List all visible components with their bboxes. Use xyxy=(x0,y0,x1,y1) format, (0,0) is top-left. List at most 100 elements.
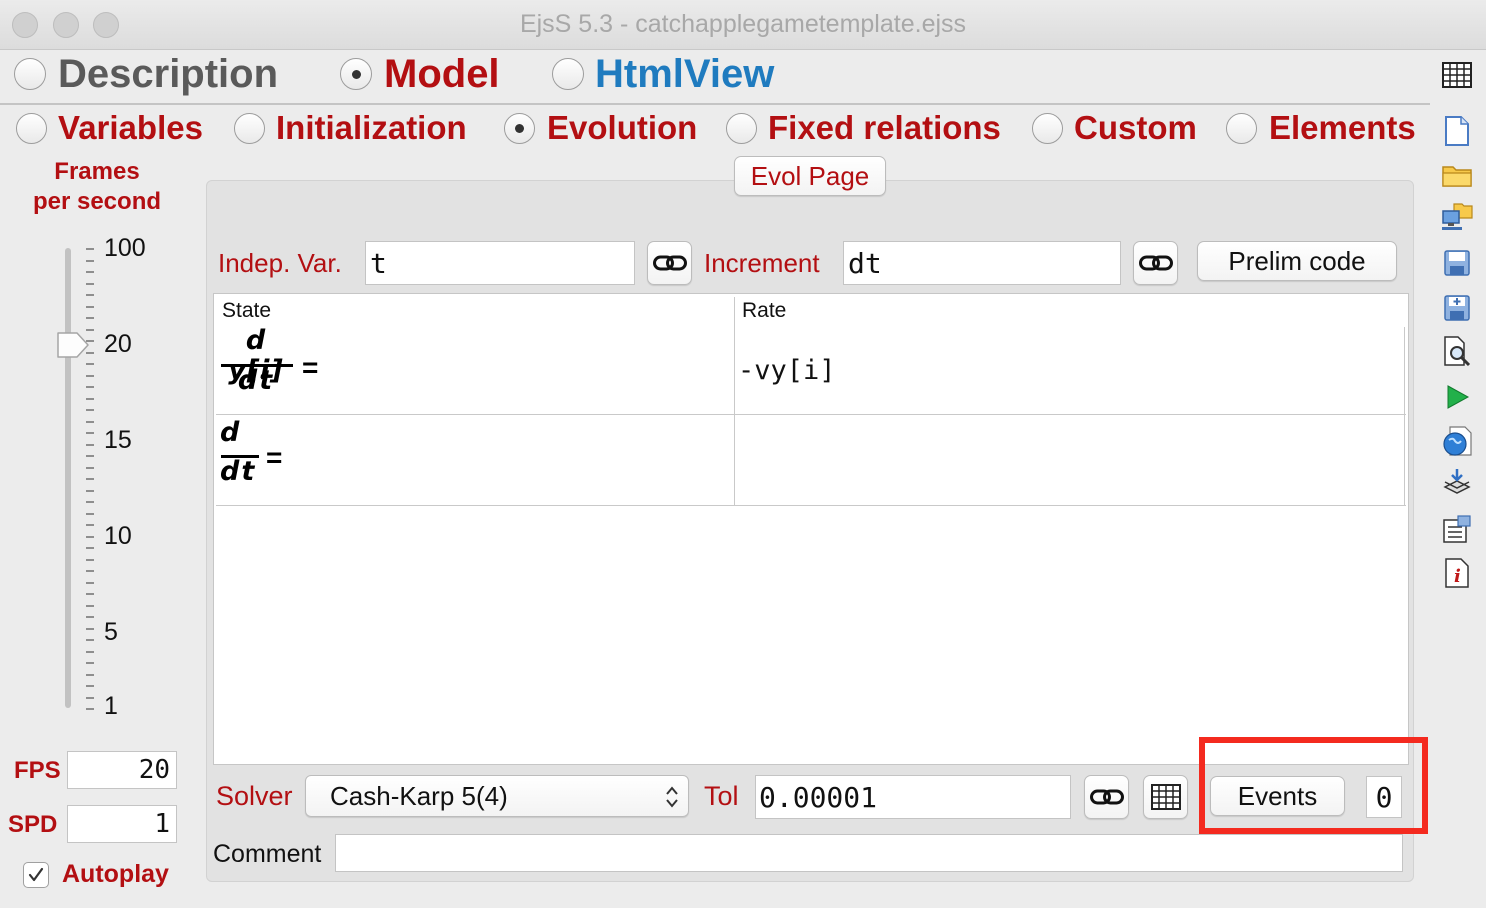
options-icon[interactable] xyxy=(1440,512,1474,546)
fps-input[interactable]: 20 xyxy=(67,751,177,789)
slider-tick xyxy=(86,409,94,411)
slider-tick xyxy=(86,466,94,469)
info-icon[interactable]: i xyxy=(1440,556,1474,590)
frames-label: Frames xyxy=(54,158,140,185)
slider-tick xyxy=(86,558,94,561)
indep-var-input[interactable]: t xyxy=(365,241,635,285)
slider-tick xyxy=(86,673,94,676)
row-divider xyxy=(216,414,1406,415)
search-icon[interactable] xyxy=(1440,334,1474,368)
tol-link-button[interactable] xyxy=(1084,775,1129,819)
slider-tick xyxy=(86,294,94,296)
slider-tick xyxy=(86,627,94,630)
per-second-label: per second xyxy=(32,188,162,215)
evol-page-tab[interactable]: Evol Page xyxy=(734,156,886,196)
tab-variables-label: Variables xyxy=(58,109,203,146)
indep-var-link-button[interactable] xyxy=(647,241,692,285)
model-radio[interactable] xyxy=(340,58,372,90)
tol-input[interactable]: 0.00001 xyxy=(755,775,1071,819)
spd-label: SPD xyxy=(8,811,58,838)
slider-tick xyxy=(86,708,94,710)
increment-input[interactable]: dt xyxy=(843,241,1121,285)
slider-tick xyxy=(86,512,94,515)
tab-elements-label: Elements xyxy=(1269,109,1416,146)
slider-tick xyxy=(86,604,94,607)
slider-tick xyxy=(86,397,94,400)
increment-link-button[interactable] xyxy=(1133,241,1178,285)
slider-tick xyxy=(86,386,94,388)
initialization-radio[interactable] xyxy=(234,113,265,144)
solver-select[interactable]: Cash-Karp 5(4) xyxy=(305,775,689,817)
prelim-code-button[interactable]: Prelim code xyxy=(1197,241,1397,281)
column-divider xyxy=(734,297,735,505)
main-tab-model-label: Model xyxy=(384,52,500,96)
autoplay-check-box[interactable] xyxy=(23,862,49,888)
highlight-box xyxy=(1199,737,1428,834)
save-icon[interactable] xyxy=(1440,246,1474,280)
web-icon[interactable] xyxy=(1440,424,1474,458)
tol-label: Tol xyxy=(704,781,739,811)
open-folder-icon[interactable] xyxy=(1440,158,1474,192)
tab-custom-label: Custom xyxy=(1074,109,1197,146)
indep-var-label: Indep. Var. xyxy=(218,248,342,278)
evolution-radio[interactable] xyxy=(504,113,535,144)
slider-label-20: 20 xyxy=(104,330,132,358)
slider-label-15: 15 xyxy=(104,426,132,454)
open-network-icon[interactable] xyxy=(1440,200,1474,234)
fixed-relations-radio[interactable] xyxy=(726,113,757,144)
slider-tick xyxy=(86,524,94,526)
table-right-border xyxy=(1404,327,1405,505)
custom-radio[interactable] xyxy=(1032,113,1063,144)
header-rate: Rate xyxy=(742,299,787,322)
slider-tick xyxy=(86,547,94,549)
rate-value[interactable]: -vy[i] xyxy=(738,355,836,386)
slider-tick xyxy=(86,248,94,250)
slider-tick xyxy=(86,501,94,503)
slider-label-10: 10 xyxy=(104,522,132,550)
tab-divider xyxy=(0,103,1430,105)
slider-tick xyxy=(86,374,94,377)
variables-radio[interactable] xyxy=(16,113,47,144)
title-bar: EjsS 5.3 - catchapplegametemplate.ejss xyxy=(0,0,1486,50)
comment-input[interactable] xyxy=(335,834,1403,872)
slider-tick xyxy=(86,455,94,457)
slider-tick xyxy=(86,662,94,664)
tab-evolution-label: Evolution xyxy=(547,109,698,146)
slider-tick xyxy=(86,443,94,446)
fps-label: FPS xyxy=(14,757,61,784)
comment-label: Comment xyxy=(213,840,322,868)
spd-input[interactable]: 1 xyxy=(67,805,177,843)
table-view-icon[interactable] xyxy=(1440,58,1474,92)
slider-tick xyxy=(86,432,94,434)
slider-tick xyxy=(86,570,94,572)
run-icon[interactable] xyxy=(1440,380,1474,414)
save-as-icon[interactable] xyxy=(1440,290,1474,324)
slider-tick xyxy=(86,271,94,273)
slider-tick xyxy=(86,317,94,319)
table-options-button[interactable] xyxy=(1143,775,1188,819)
autoplay-label: Autoplay xyxy=(62,860,169,888)
solver-label: Solver xyxy=(216,781,293,811)
slider-tick xyxy=(86,259,94,262)
description-radio[interactable] xyxy=(14,58,46,90)
new-file-icon[interactable] xyxy=(1440,114,1474,148)
elements-radio[interactable] xyxy=(1226,113,1257,144)
slider-tick xyxy=(86,282,94,285)
htmlview-radio[interactable] xyxy=(552,58,584,90)
slider-tick xyxy=(86,420,94,423)
tab-fixed-relations-label: Fixed relations xyxy=(768,109,1001,146)
slider-tick xyxy=(86,650,94,653)
slider-tick xyxy=(86,363,94,365)
slider-tick xyxy=(86,305,94,308)
slider-tick xyxy=(86,489,94,492)
window-title: EjsS 5.3 - catchapplegametemplate.ejss xyxy=(519,10,967,38)
state-derivative-denominator: dt xyxy=(237,365,275,396)
select-arrows-icon xyxy=(666,786,678,808)
slider-tick xyxy=(86,639,94,641)
row-divider xyxy=(216,505,1406,506)
slider-tick xyxy=(86,535,94,538)
download-icon[interactable] xyxy=(1440,466,1474,500)
main-tab-description-label: Description xyxy=(58,52,279,96)
header-state: State xyxy=(222,299,272,322)
slider-thumb[interactable] xyxy=(55,330,91,360)
